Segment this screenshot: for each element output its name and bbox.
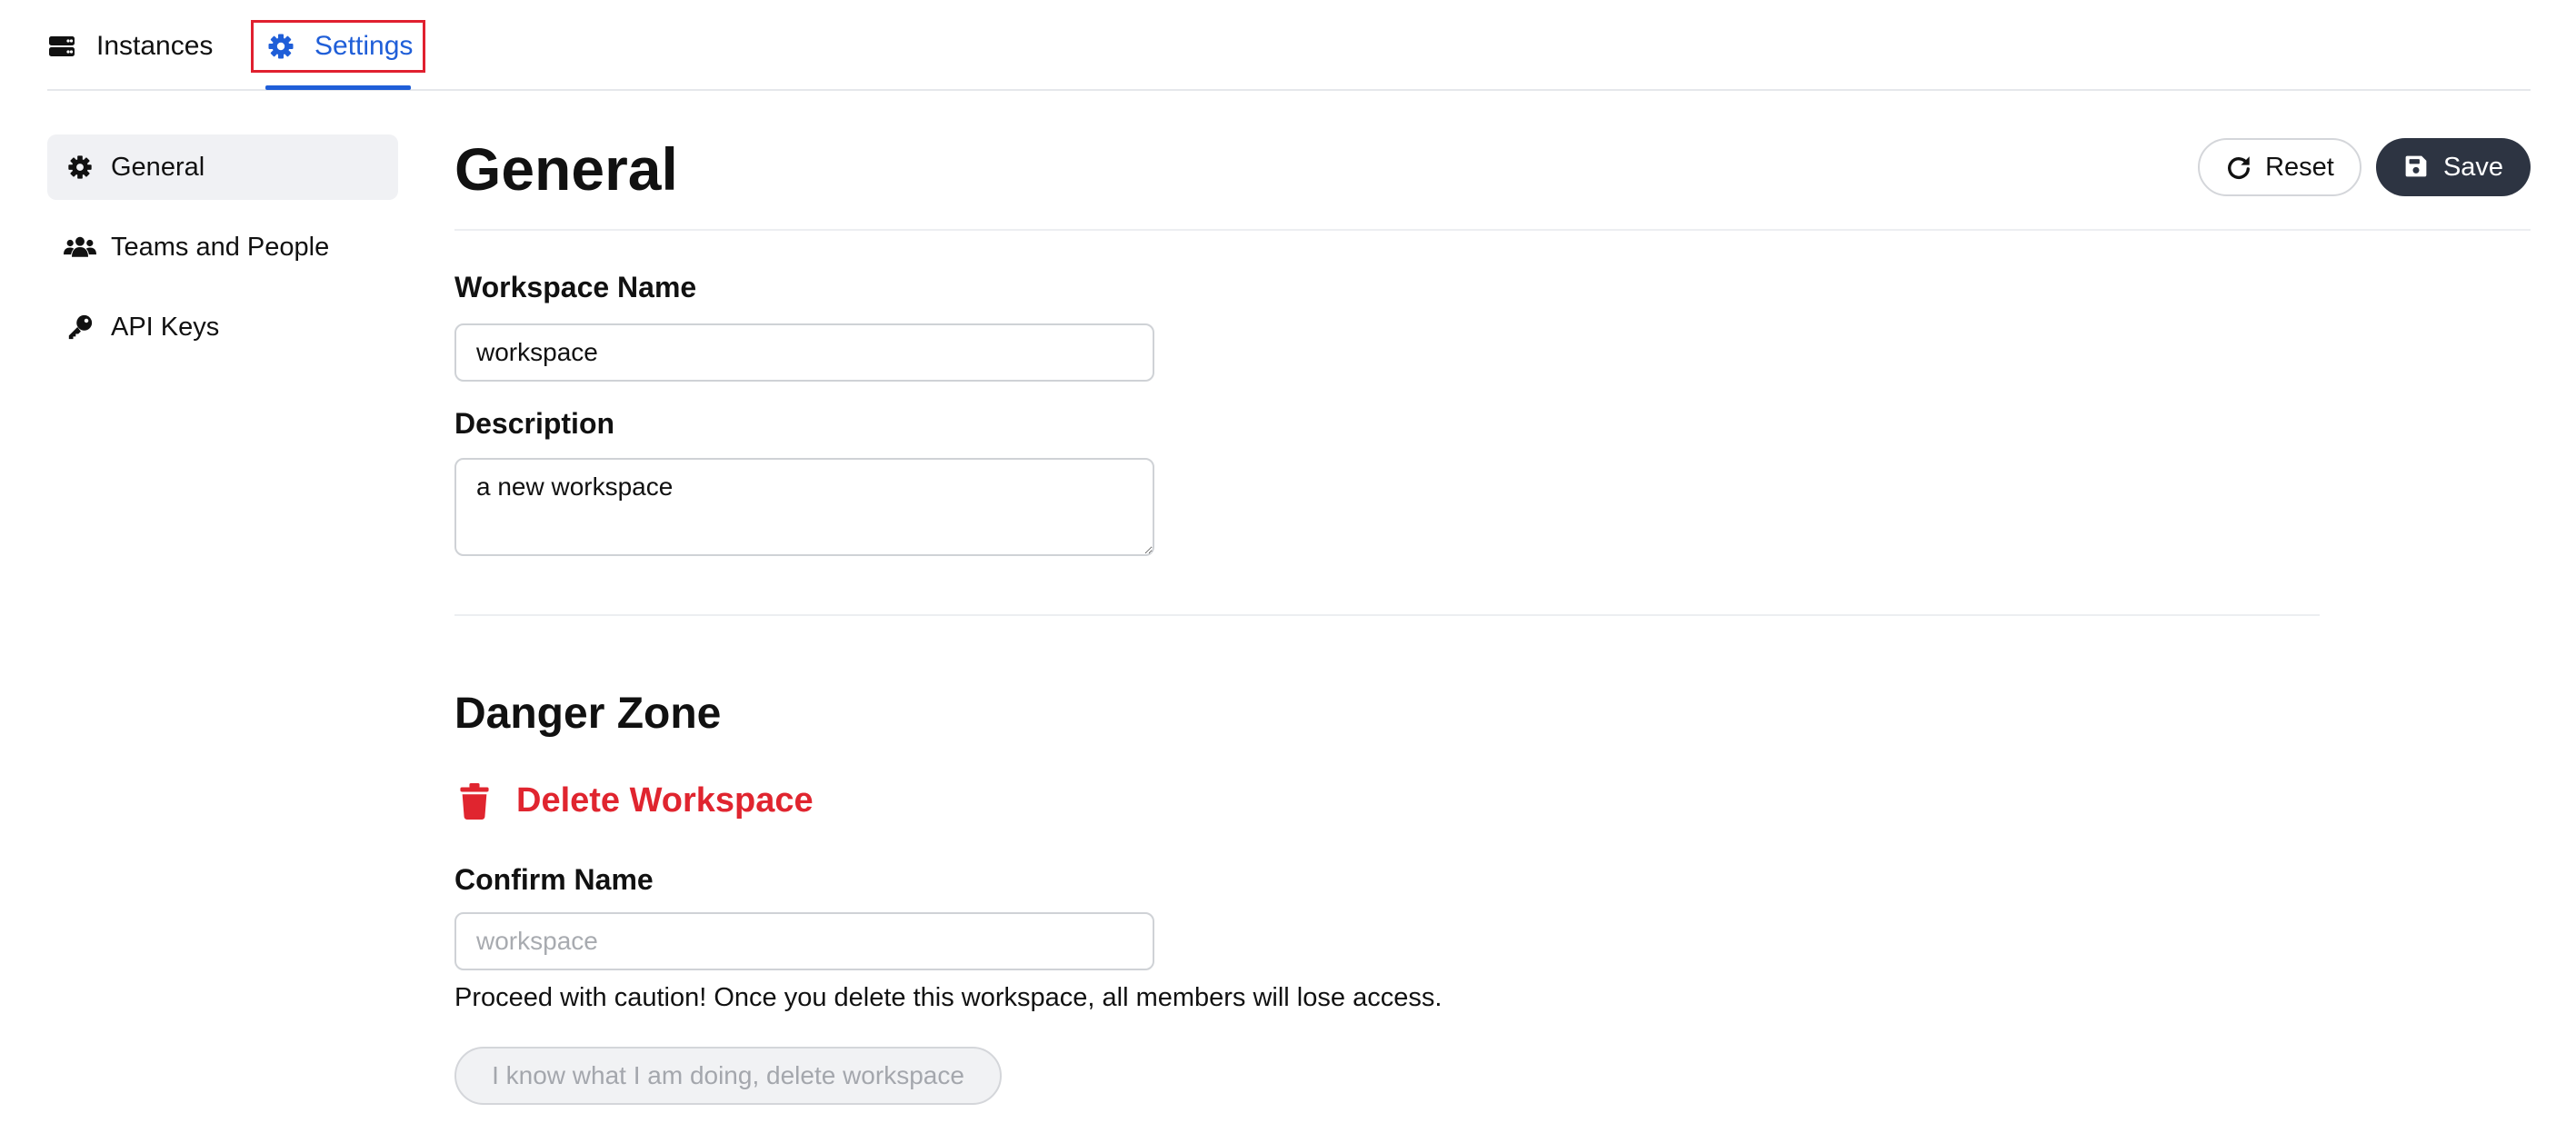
save-button-label: Save [2442,152,2504,182]
save-button[interactable]: Save [2376,138,2531,196]
tab-settings[interactable]: Settings [251,20,425,73]
page-title: General [454,135,678,203]
description-textarea[interactable]: a new workspace [454,458,1154,556]
sidebar-item-api-keys[interactable]: API Keys [47,294,398,360]
workspace-name-input[interactable] [454,323,1154,382]
sidebar-item-label: General [111,152,205,182]
users-icon [64,232,96,263]
confirm-delete-button[interactable]: I know what I am doing, delete workspace [454,1047,1002,1105]
tab-instances-label: Instances [96,31,214,61]
section-divider [454,614,2320,616]
tab-instances[interactable]: Instances [47,20,213,73]
sidebar-item-label: API Keys [111,312,220,342]
confirm-name-label: Confirm Name [454,863,654,896]
caution-text: Proceed with caution! Once you delete th… [454,983,1443,1012]
floppy-disk-icon [2403,154,2431,181]
active-tab-indicator [265,85,411,90]
reset-button-label: Reset [2265,152,2334,182]
sidebar-item-general[interactable]: General [47,134,398,200]
key-icon [64,312,96,343]
reset-button[interactable]: Reset [2198,138,2361,196]
top-tab-bar: Instances Settings [47,0,2531,91]
tab-settings-label: Settings [315,31,414,61]
workspace-name-label: Workspace Name [454,271,697,303]
trash-icon [460,782,489,820]
danger-zone-title: Danger Zone [454,690,722,738]
rotate-right-icon [2225,154,2252,181]
header-divider [454,229,2531,231]
sidebar-item-label: Teams and People [111,232,330,262]
server-icon [47,32,76,61]
description-label: Description [454,407,615,440]
confirm-name-input[interactable] [454,912,1154,970]
delete-workspace-heading: Delete Workspace [454,781,814,820]
sidebar-item-teams-and-people[interactable]: Teams and People [47,214,398,280]
delete-workspace-label: Delete Workspace [516,781,814,820]
gear-icon [64,152,96,183]
gear-icon [266,32,295,61]
